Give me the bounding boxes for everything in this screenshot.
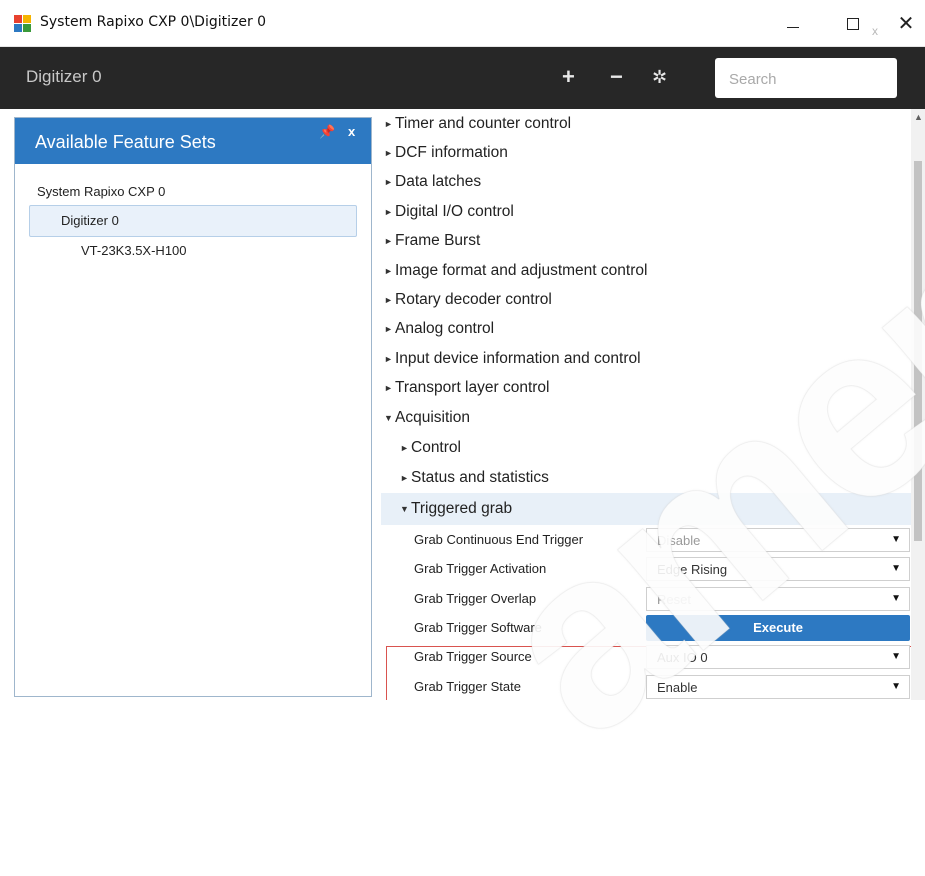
expand-arrow-icon: ► [400,473,409,483]
property-label: Grab Trigger Activation [414,561,547,576]
category-acquisition[interactable]: ▼ Acquisition [384,403,470,432]
category-input-device[interactable]: ► Input device information and control [384,344,641,373]
expand-arrow-icon: ► [384,177,393,187]
subcategory-control[interactable]: ► Control [400,433,461,462]
close-window-button[interactable]: ✕ [883,8,925,38]
maximize-button[interactable] [830,8,876,38]
category-data-latches[interactable]: ► Data latches [384,167,481,196]
category-transport-layer[interactable]: ► Transport layer control [384,373,550,402]
dropdown-caret-icon: ▼ [891,563,901,574]
minimize-button[interactable] [770,8,816,38]
subcategory-status[interactable]: ► Status and statistics [400,463,549,492]
category-digital-io[interactable]: ► Digital I/O control [384,197,514,226]
expand-arrow-icon: ► [384,383,393,393]
gear-icon[interactable]: ✲ [652,64,667,90]
expand-arrow-icon: ► [384,295,393,305]
category-image-format[interactable]: ► Image format and adjustment control [384,256,647,285]
grab-trigger-state-select[interactable]: Enable ▼ [646,675,910,699]
search-clear-button[interactable]: x [872,24,878,38]
expand-arrow-icon: ► [384,119,393,129]
app-icon [14,15,31,32]
category-timer-counter[interactable]: ► Timer and counter control [384,109,571,138]
plus-icon[interactable]: + [562,64,575,90]
tree-item-camera[interactable]: VT-23K3.5X-H100 [81,243,187,258]
grab-trigger-source-select[interactable]: Aux IO 0 ▼ [646,645,910,669]
panel-title: Available Feature Sets [35,132,216,152]
scroll-up-icon[interactable]: ▲ [914,112,923,122]
expand-arrow-icon: ► [384,266,393,276]
expand-arrow-icon: ► [384,207,393,217]
grab-trigger-activation-select[interactable]: Edge Rising ▼ [646,557,910,581]
panel-close-button[interactable]: x [348,124,355,139]
expand-arrow-icon: ► [384,354,393,364]
grab-trigger-overlap-select[interactable]: Reset ▼ [646,587,910,611]
property-label: Grab Trigger State [414,679,521,694]
category-rotary-decoder[interactable]: ► Rotary decoder control [384,285,552,314]
expand-arrow-icon: ► [400,443,409,453]
expand-arrow-icon: ► [384,148,393,158]
panel-header: Available Feature Sets 📌 x [15,118,371,164]
scroll-thumb[interactable] [914,161,922,541]
dropdown-caret-icon: ▼ [891,681,901,692]
search-box [715,58,897,98]
dropdown-caret-icon: ▼ [891,593,901,604]
tree-item-digitizer[interactable]: Digitizer 0 [61,213,119,228]
grab-continuous-end-trigger-select[interactable]: Disable ▼ [646,528,910,552]
collapse-arrow-icon: ▼ [400,504,409,514]
tree-item-system[interactable]: System Rapixo CXP 0 [37,184,165,199]
category-frame-burst[interactable]: ► Frame Burst [384,226,480,255]
feature-sets-panel: Available Feature Sets 📌 x System Rapixo… [14,117,372,697]
property-label: Grab Trigger Source [414,649,532,664]
window-title: System Rapixo CXP 0\Digitizer 0 [40,14,267,30]
property-label: Grab Trigger Overlap [414,591,537,606]
dropdown-caret-icon: ▼ [891,534,901,545]
category-dcf[interactable]: ► DCF information [384,138,508,167]
toolbar: Digitizer 0 + − ✲ [0,47,925,109]
window-titlebar: System Rapixo CXP 0\Digitizer 0 ✕ [0,0,925,47]
feature-tree-panel: ► Timer and counter control ► DCF informat… [376,109,925,700]
pin-icon[interactable]: 📌 [319,124,335,140]
expand-arrow-icon: ► [384,324,393,334]
dropdown-caret-icon: ▼ [891,651,901,662]
scrollbar[interactable]: ▲ [911,109,925,700]
category-analog[interactable]: ► Analog control [384,314,494,343]
expand-arrow-icon: ► [384,236,393,246]
property-label: Grab Trigger Software [414,620,542,635]
execute-button[interactable]: Execute [646,615,910,641]
minus-icon[interactable]: − [610,64,623,90]
toolbar-title: Digitizer 0 [26,67,102,86]
collapse-arrow-icon: ▼ [384,413,393,423]
search-input[interactable] [727,66,871,92]
property-label: Grab Continuous End Trigger [414,532,584,547]
subcategory-triggered-grab[interactable]: ▼ Triggered grab [400,494,512,523]
